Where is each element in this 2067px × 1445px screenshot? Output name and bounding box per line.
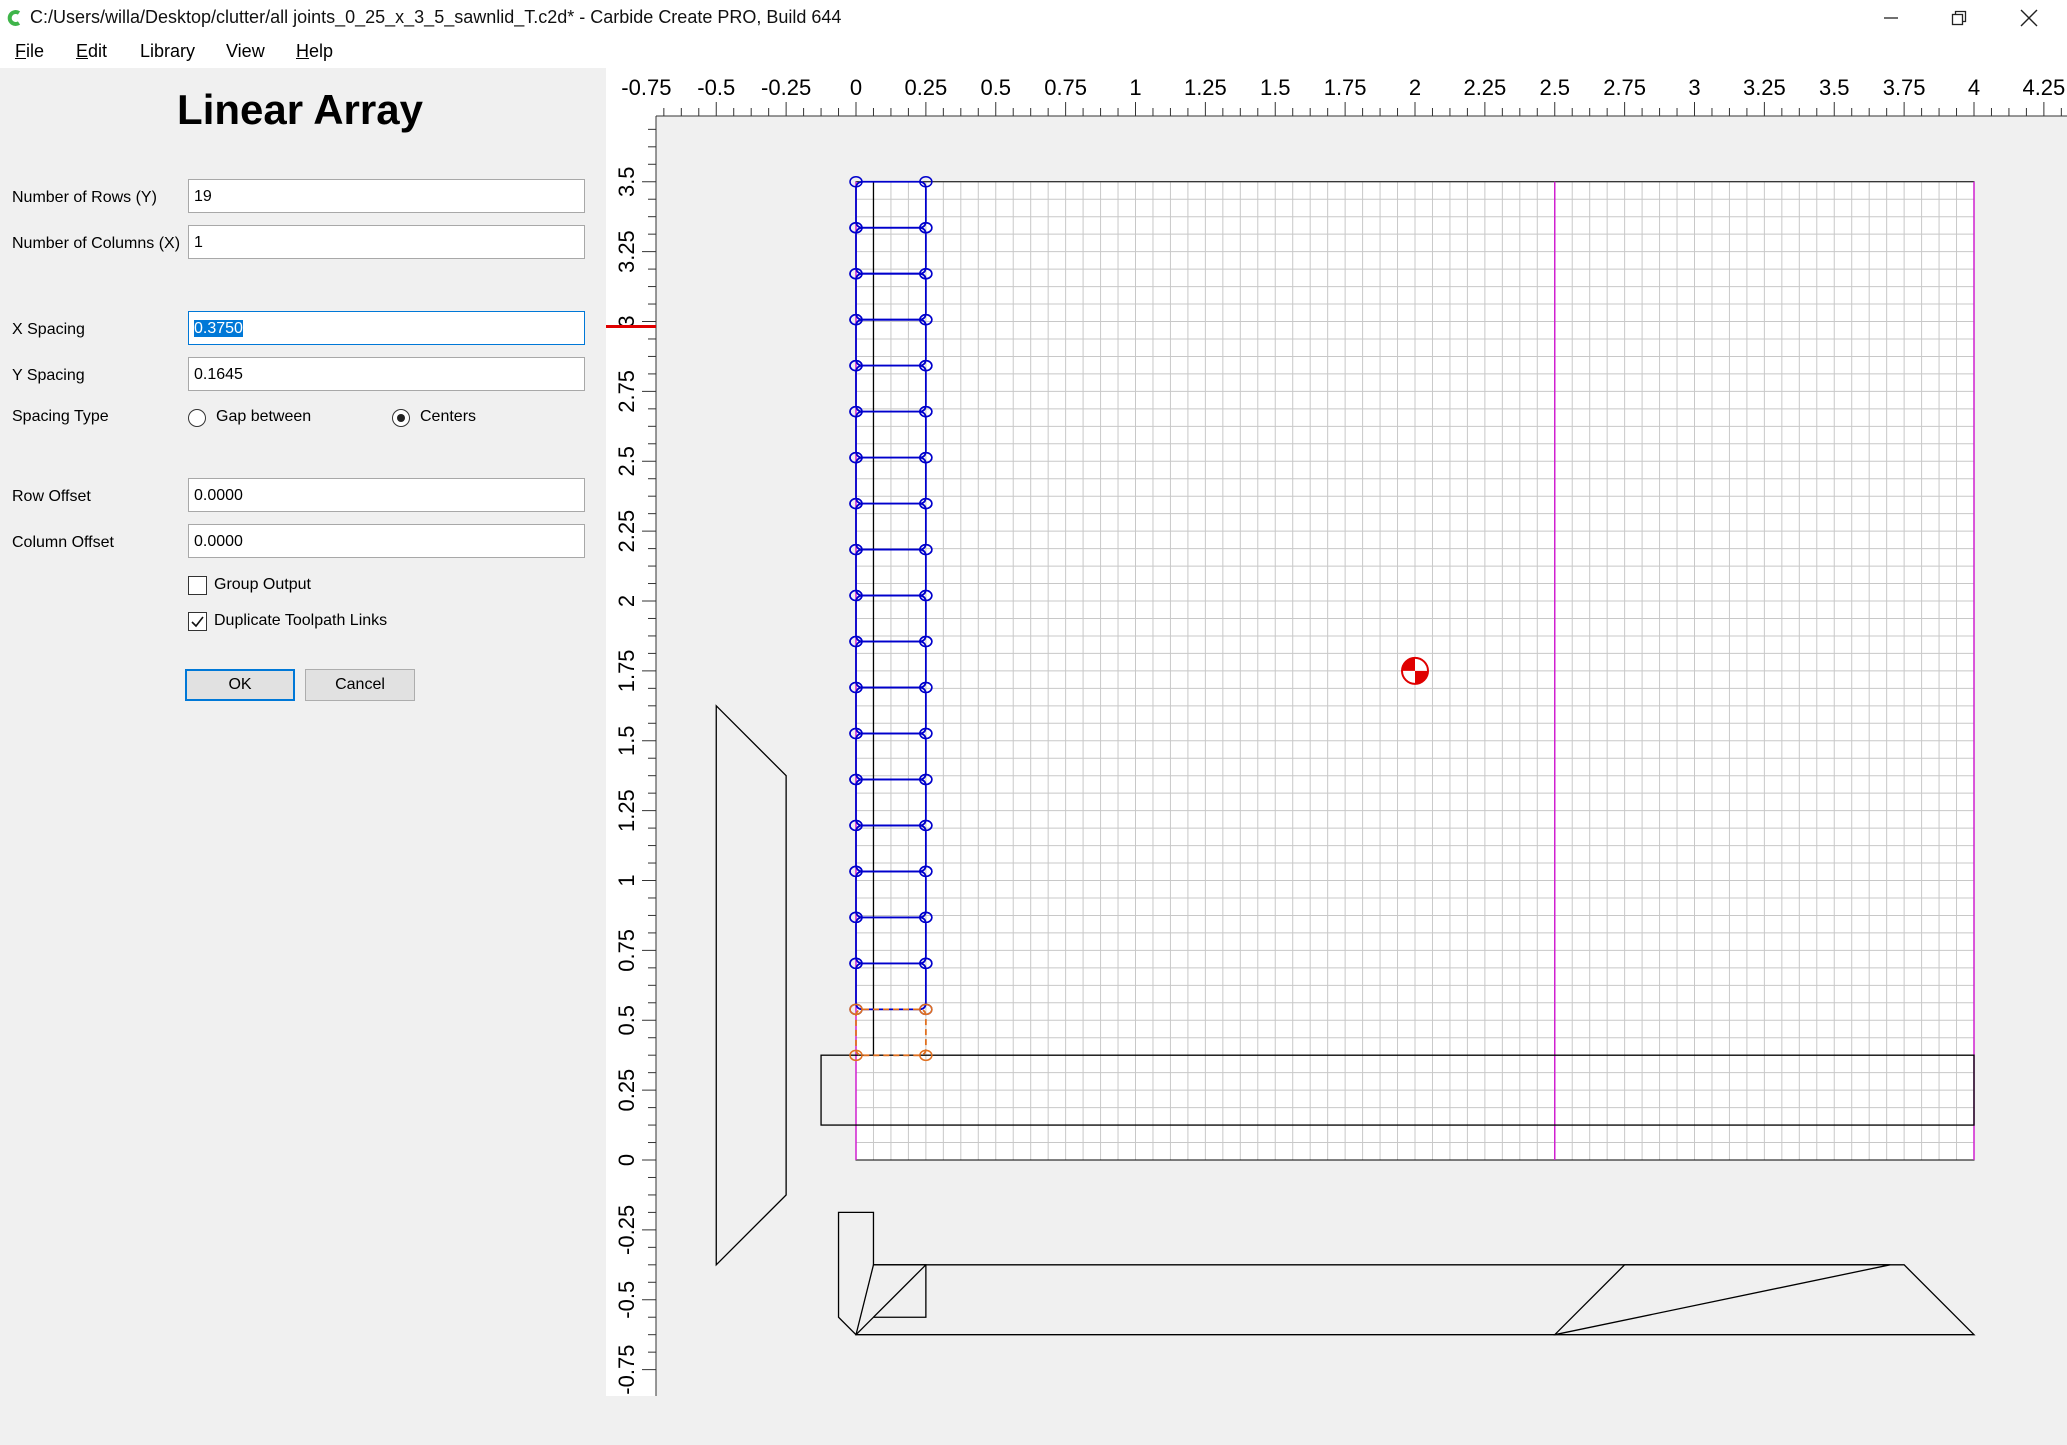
x-spacing-selection: 0.3750	[194, 320, 243, 337]
menu-edit[interactable]: Edit	[76, 41, 107, 62]
ruler-y-label: 3.25	[614, 230, 639, 273]
ruler-x-label: 3.75	[1883, 75, 1926, 100]
ruler-y-label: 2	[614, 595, 639, 607]
ruler-x-label: 1	[1129, 75, 1141, 100]
ruler-x-label: 0	[850, 75, 862, 100]
restore-icon	[1951, 10, 1967, 26]
group-output-checkbox[interactable]	[188, 576, 207, 595]
menu-bar: File Edit Library View Help	[0, 36, 2067, 68]
x-spacing-input[interactable]: 0.3750	[188, 311, 585, 345]
cancel-button[interactable]: Cancel	[305, 669, 415, 701]
ruler-y-label: -0.5	[614, 1281, 639, 1319]
ruler-y-label: 0.5	[614, 1005, 639, 1036]
ruler-y-label: 2.5	[614, 446, 639, 477]
design-canvas[interactable]: -0.75 -0.5 -0.25 0 0.25 0.5 0.75 1 1.25 1.5 1.75 2 2…	[606, 68, 2067, 1440]
ruler-x-label: 2.25	[1463, 75, 1506, 100]
restore-button[interactable]	[1927, 0, 1991, 36]
ruler-x-label: 2	[1409, 75, 1421, 100]
ruler-y-label: 0	[614, 1154, 639, 1166]
carbide-create-icon	[7, 10, 21, 26]
ruler-y-label: 2.75	[614, 370, 639, 413]
ruler-x-label: 1.25	[1184, 75, 1227, 100]
ruler-y-label: 1	[614, 874, 639, 886]
close-button[interactable]	[1997, 0, 2061, 36]
duplicate-toolpath-links-label: Duplicate Toolpath Links	[214, 612, 388, 629]
ruler-x-label: -0.75	[621, 75, 671, 100]
y-spacing-label: Y Spacing	[12, 367, 85, 384]
ruler-y-label: 0.25	[614, 1069, 639, 1112]
ruler-y-label: 1.5	[614, 725, 639, 756]
row-offset-label: Row Offset	[12, 488, 91, 505]
ruler-x-label: 1.5	[1260, 75, 1291, 100]
menu-view[interactable]: View	[226, 41, 265, 62]
panel-title: Linear Array	[177, 86, 423, 133]
radio-centers-label: Centers	[420, 408, 477, 425]
ruler-y-label: 2.25	[614, 510, 639, 553]
minimize-icon	[1884, 17, 1898, 19]
radio-centers[interactable]	[392, 409, 410, 427]
ruler-x-label: 0.75	[1044, 75, 1087, 100]
ruler-x-label: 3	[1688, 75, 1700, 100]
columns-label: Number of Columns (X)	[12, 235, 181, 252]
origin-marker-icon[interactable]	[1401, 656, 1429, 685]
ruler-x-label: 0.5	[980, 75, 1011, 100]
ruler-x-label: 1.75	[1324, 75, 1367, 100]
spacing-type-label: Spacing Type	[12, 408, 109, 425]
close-icon	[2020, 9, 2038, 27]
ok-button[interactable]: OK	[185, 669, 295, 701]
menu-file[interactable]: File	[15, 41, 44, 62]
menu-library[interactable]: Library	[140, 41, 195, 62]
column-offset-label: Column Offset	[12, 534, 114, 551]
radio-gap-between[interactable]	[188, 409, 206, 427]
group-output-label: Group Output	[214, 576, 311, 593]
ruler-y-label: 1.25	[614, 789, 639, 832]
canvas-svg[interactable]: -0.75 -0.5 -0.25 0 0.25 0.5 0.75 1 1.25 1.5 1.75 2 2…	[606, 68, 2067, 1440]
ruler-x-label: 3.5	[1819, 75, 1850, 100]
duplicate-toolpath-links-checkbox[interactable]	[188, 612, 207, 631]
ruler-x-label: 2.75	[1603, 75, 1646, 100]
menu-help[interactable]: Help	[296, 41, 333, 62]
window-title: C:/Users/willa/Desktop/clutter/all joint…	[30, 7, 842, 27]
rows-input[interactable]: 19	[188, 179, 585, 213]
ruler-x-label: 4.25	[2022, 75, 2065, 100]
y-spacing-input[interactable]: 0.1645	[188, 357, 585, 391]
title-bar: C:/Users/willa/Desktop/clutter/all joint…	[0, 0, 2067, 36]
ruler-x-label: 2.5	[1539, 75, 1570, 100]
ruler-x-label: 4	[1968, 75, 1980, 100]
ruler-x-label: 0.25	[904, 75, 947, 100]
linear-array-panel: Linear Array Number of Rows (Y) 19 Numbe…	[0, 68, 606, 1440]
ruler-x-label: -0.25	[761, 75, 811, 100]
ruler-y-label: 0.75	[614, 929, 639, 972]
ruler-x-label: -0.5	[697, 75, 735, 100]
ruler-x-label: 3.25	[1743, 75, 1786, 100]
ruler-y-label: -0.75	[614, 1345, 639, 1395]
ruler-y-label: 3.5	[614, 166, 639, 197]
x-spacing-label: X Spacing	[12, 321, 85, 338]
checkmark-icon	[191, 616, 204, 628]
ruler-y-label: 1.75	[614, 649, 639, 692]
minimize-button[interactable]	[1859, 0, 1923, 36]
columns-input[interactable]: 1	[188, 225, 585, 259]
row-offset-input[interactable]: 0.0000	[188, 478, 585, 512]
ruler-y-label: -0.25	[614, 1205, 639, 1255]
rows-label: Number of Rows (Y)	[12, 189, 157, 206]
column-offset-input[interactable]: 0.0000	[188, 524, 585, 558]
radio-gap-between-label: Gap between	[216, 408, 312, 425]
